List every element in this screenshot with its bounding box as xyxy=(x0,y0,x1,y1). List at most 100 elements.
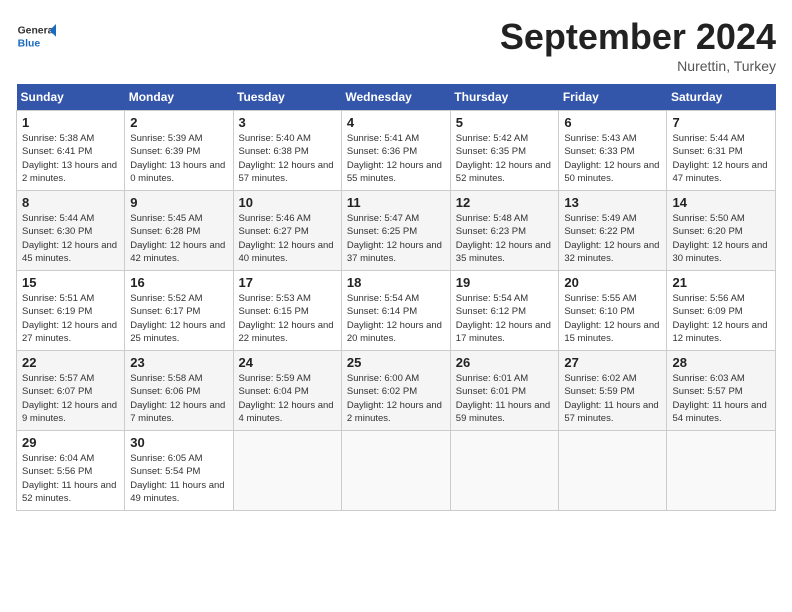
day-info: Sunrise: 5:41 AMSunset: 6:36 PMDaylight:… xyxy=(347,133,442,184)
day-info: Sunrise: 5:46 AMSunset: 6:27 PMDaylight:… xyxy=(239,213,334,264)
calendar-cell: 9 Sunrise: 5:45 AMSunset: 6:28 PMDayligh… xyxy=(125,191,233,271)
day-number: 1 xyxy=(22,115,119,130)
calendar-cell: 25 Sunrise: 6:00 AMSunset: 6:02 PMDaylig… xyxy=(341,351,450,431)
day-number: 3 xyxy=(239,115,336,130)
day-info: Sunrise: 6:00 AMSunset: 6:02 PMDaylight:… xyxy=(347,373,442,424)
calendar-cell: 3 Sunrise: 5:40 AMSunset: 6:38 PMDayligh… xyxy=(233,111,341,191)
day-info: Sunrise: 5:44 AMSunset: 6:30 PMDaylight:… xyxy=(22,213,117,264)
day-info: Sunrise: 6:01 AMSunset: 6:01 PMDaylight:… xyxy=(456,373,550,424)
title-block: September 2024 Nurettin, Turkey xyxy=(500,16,776,74)
day-number: 23 xyxy=(130,355,227,370)
day-number: 2 xyxy=(130,115,227,130)
month-title: September 2024 xyxy=(500,16,776,58)
day-number: 26 xyxy=(456,355,554,370)
calendar-cell: 17 Sunrise: 5:53 AMSunset: 6:15 PMDaylig… xyxy=(233,271,341,351)
calendar-cell: 29 Sunrise: 6:04 AMSunset: 5:56 PMDaylig… xyxy=(17,431,125,511)
day-info: Sunrise: 5:55 AMSunset: 6:10 PMDaylight:… xyxy=(564,293,659,344)
day-number: 18 xyxy=(347,275,445,290)
day-info: Sunrise: 6:05 AMSunset: 5:54 PMDaylight:… xyxy=(130,453,224,504)
day-info: Sunrise: 5:48 AMSunset: 6:23 PMDaylight:… xyxy=(456,213,551,264)
day-number: 19 xyxy=(456,275,554,290)
day-info: Sunrise: 6:03 AMSunset: 5:57 PMDaylight:… xyxy=(672,373,766,424)
calendar-cell: 13 Sunrise: 5:49 AMSunset: 6:22 PMDaylig… xyxy=(559,191,667,271)
day-number: 15 xyxy=(22,275,119,290)
calendar-cell: 1 Sunrise: 5:38 AMSunset: 6:41 PMDayligh… xyxy=(17,111,125,191)
weekday-header-monday: Monday xyxy=(125,84,233,111)
weekday-header-sunday: Sunday xyxy=(17,84,125,111)
day-number: 20 xyxy=(564,275,661,290)
weekday-header-wednesday: Wednesday xyxy=(341,84,450,111)
calendar-cell: 21 Sunrise: 5:56 AMSunset: 6:09 PMDaylig… xyxy=(667,271,776,351)
calendar-cell xyxy=(341,431,450,511)
svg-text:Blue: Blue xyxy=(18,38,41,49)
calendar-cell: 10 Sunrise: 5:46 AMSunset: 6:27 PMDaylig… xyxy=(233,191,341,271)
day-info: Sunrise: 5:40 AMSunset: 6:38 PMDaylight:… xyxy=(239,133,334,184)
day-number: 11 xyxy=(347,195,445,210)
calendar-cell: 2 Sunrise: 5:39 AMSunset: 6:39 PMDayligh… xyxy=(125,111,233,191)
weekday-header-saturday: Saturday xyxy=(667,84,776,111)
calendar-cell: 16 Sunrise: 5:52 AMSunset: 6:17 PMDaylig… xyxy=(125,271,233,351)
location-subtitle: Nurettin, Turkey xyxy=(500,58,776,74)
day-info: Sunrise: 5:54 AMSunset: 6:12 PMDaylight:… xyxy=(456,293,551,344)
day-info: Sunrise: 5:57 AMSunset: 6:07 PMDaylight:… xyxy=(22,373,117,424)
calendar-week-5: 29 Sunrise: 6:04 AMSunset: 5:56 PMDaylig… xyxy=(17,431,776,511)
day-number: 12 xyxy=(456,195,554,210)
calendar-week-2: 8 Sunrise: 5:44 AMSunset: 6:30 PMDayligh… xyxy=(17,191,776,271)
day-number: 10 xyxy=(239,195,336,210)
day-info: Sunrise: 5:42 AMSunset: 6:35 PMDaylight:… xyxy=(456,133,551,184)
day-number: 5 xyxy=(456,115,554,130)
day-info: Sunrise: 5:54 AMSunset: 6:14 PMDaylight:… xyxy=(347,293,442,344)
calendar-cell: 8 Sunrise: 5:44 AMSunset: 6:30 PMDayligh… xyxy=(17,191,125,271)
day-info: Sunrise: 5:49 AMSunset: 6:22 PMDaylight:… xyxy=(564,213,659,264)
day-number: 29 xyxy=(22,435,119,450)
day-info: Sunrise: 5:47 AMSunset: 6:25 PMDaylight:… xyxy=(347,213,442,264)
calendar-cell: 18 Sunrise: 5:54 AMSunset: 6:14 PMDaylig… xyxy=(341,271,450,351)
calendar-cell: 22 Sunrise: 5:57 AMSunset: 6:07 PMDaylig… xyxy=(17,351,125,431)
calendar-cell: 14 Sunrise: 5:50 AMSunset: 6:20 PMDaylig… xyxy=(667,191,776,271)
day-info: Sunrise: 6:02 AMSunset: 5:59 PMDaylight:… xyxy=(564,373,658,424)
day-info: Sunrise: 6:04 AMSunset: 5:56 PMDaylight:… xyxy=(22,453,116,504)
day-info: Sunrise: 5:44 AMSunset: 6:31 PMDaylight:… xyxy=(672,133,767,184)
calendar-week-4: 22 Sunrise: 5:57 AMSunset: 6:07 PMDaylig… xyxy=(17,351,776,431)
day-number: 25 xyxy=(347,355,445,370)
day-number: 6 xyxy=(564,115,661,130)
day-info: Sunrise: 5:43 AMSunset: 6:33 PMDaylight:… xyxy=(564,133,659,184)
calendar-cell: 26 Sunrise: 6:01 AMSunset: 6:01 PMDaylig… xyxy=(450,351,559,431)
day-number: 16 xyxy=(130,275,227,290)
day-info: Sunrise: 5:50 AMSunset: 6:20 PMDaylight:… xyxy=(672,213,767,264)
day-number: 28 xyxy=(672,355,770,370)
calendar-cell: 28 Sunrise: 6:03 AMSunset: 5:57 PMDaylig… xyxy=(667,351,776,431)
day-info: Sunrise: 5:53 AMSunset: 6:15 PMDaylight:… xyxy=(239,293,334,344)
day-info: Sunrise: 5:51 AMSunset: 6:19 PMDaylight:… xyxy=(22,293,117,344)
calendar-cell xyxy=(559,431,667,511)
calendar-cell xyxy=(450,431,559,511)
day-info: Sunrise: 5:56 AMSunset: 6:09 PMDaylight:… xyxy=(672,293,767,344)
logo: General Blue xyxy=(16,16,60,56)
day-number: 22 xyxy=(22,355,119,370)
calendar-cell: 27 Sunrise: 6:02 AMSunset: 5:59 PMDaylig… xyxy=(559,351,667,431)
calendar-cell: 5 Sunrise: 5:42 AMSunset: 6:35 PMDayligh… xyxy=(450,111,559,191)
calendar-cell: 30 Sunrise: 6:05 AMSunset: 5:54 PMDaylig… xyxy=(125,431,233,511)
calendar-cell xyxy=(667,431,776,511)
day-info: Sunrise: 5:45 AMSunset: 6:28 PMDaylight:… xyxy=(130,213,225,264)
day-number: 24 xyxy=(239,355,336,370)
day-info: Sunrise: 5:38 AMSunset: 6:41 PMDaylight:… xyxy=(22,133,117,184)
day-info: Sunrise: 5:59 AMSunset: 6:04 PMDaylight:… xyxy=(239,373,334,424)
calendar-week-1: 1 Sunrise: 5:38 AMSunset: 6:41 PMDayligh… xyxy=(17,111,776,191)
calendar-cell: 4 Sunrise: 5:41 AMSunset: 6:36 PMDayligh… xyxy=(341,111,450,191)
day-number: 14 xyxy=(672,195,770,210)
calendar-cell xyxy=(233,431,341,511)
weekday-header-friday: Friday xyxy=(559,84,667,111)
day-number: 21 xyxy=(672,275,770,290)
day-number: 4 xyxy=(347,115,445,130)
calendar-cell: 11 Sunrise: 5:47 AMSunset: 6:25 PMDaylig… xyxy=(341,191,450,271)
day-info: Sunrise: 5:39 AMSunset: 6:39 PMDaylight:… xyxy=(130,133,225,184)
day-number: 7 xyxy=(672,115,770,130)
day-number: 17 xyxy=(239,275,336,290)
calendar-cell: 6 Sunrise: 5:43 AMSunset: 6:33 PMDayligh… xyxy=(559,111,667,191)
weekday-header-tuesday: Tuesday xyxy=(233,84,341,111)
calendar-week-3: 15 Sunrise: 5:51 AMSunset: 6:19 PMDaylig… xyxy=(17,271,776,351)
day-info: Sunrise: 5:52 AMSunset: 6:17 PMDaylight:… xyxy=(130,293,225,344)
calendar-cell: 24 Sunrise: 5:59 AMSunset: 6:04 PMDaylig… xyxy=(233,351,341,431)
day-number: 30 xyxy=(130,435,227,450)
